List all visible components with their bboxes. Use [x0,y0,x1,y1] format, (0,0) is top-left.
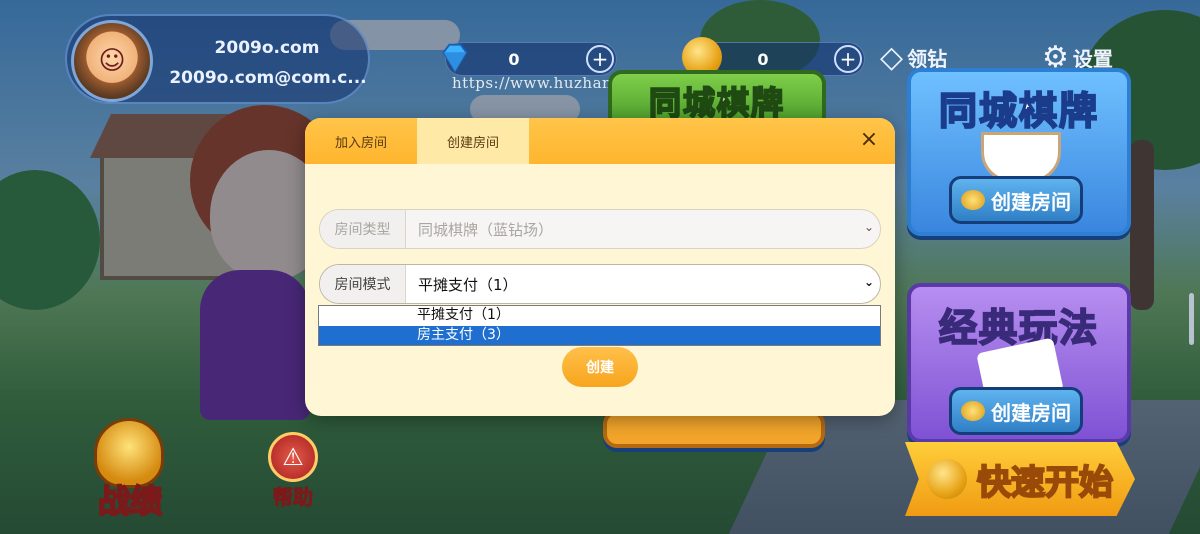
close-icon[interactable]: × [857,128,881,152]
tongcheng-create-room-label: 创建房间 [991,189,1071,214]
quick-start-label: 快速开始 [976,462,1114,504]
room-mode-value: 平摊支付（1） [418,275,518,294]
chevron-down-icon[interactable]: ⌄ [864,275,874,289]
option-host-payment[interactable]: 房主支付（3） [319,325,880,345]
profile-account: 2009o.com@com.c... [169,68,367,88]
dialog-header: 加入房间 创建房间 × [305,118,895,164]
bean-icon [927,459,967,499]
warning-icon: ⚠ [268,432,318,482]
classic-create-room-button[interactable]: 创建房间 [949,387,1083,435]
room-mode-dropdown: 平摊支付（1） 房主支付（3） [318,305,881,346]
diamond-counter: 0 + [442,42,617,76]
room-type-label: 房间类型 [320,210,406,248]
coins-icon [961,190,985,210]
diamond-outline-icon: ◇ [880,40,904,75]
create-room-dialog: 加入房间 创建房间 × 房间类型 同城棋牌（蓝钻场） ⌄ 房间模式 平摊支付（1… [305,118,895,416]
chevron-down-icon: ⌄ [863,220,874,234]
tongcheng-card[interactable]: 同城棋牌 创建房间 [907,68,1131,236]
room-mode-label: 房间模式 [320,265,406,303]
classic-card[interactable]: 经典玩法 创建房间 [907,283,1131,443]
teacup-icon [981,132,1061,182]
add-diamonds-button[interactable]: + [586,45,614,73]
profile-name: 2009o.com [214,38,320,58]
tongcheng-card-title: 同城棋牌 [938,88,1099,134]
classic-create-room-label: 创建房间 [991,400,1071,425]
tab-join-room[interactable]: 加入房间 [305,118,417,164]
diamond-count: 0 [508,50,520,69]
tab-create-room[interactable]: 创建房间 [417,118,529,164]
room-type-select: 房间类型 同城棋牌（蓝钻场） ⌄ [319,209,881,249]
help-label: 帮助 [273,485,314,510]
record-label: 战绩 [97,481,163,521]
profile-panel[interactable]: ☺ 2009o.com 2009o.com@com.c... [65,14,370,104]
tongcheng-create-room-button[interactable]: 创建房间 [949,176,1083,224]
scrollbar[interactable] [1189,293,1194,345]
room-type-value: 同城棋牌（蓝钻场） [418,220,554,239]
coins-icon [961,401,985,421]
avatar[interactable]: ☺ [71,20,153,102]
option-split-payment[interactable]: 平摊支付（1） [319,306,880,326]
room-mode-select[interactable]: 房间模式 平摊支付（1） ⌄ [319,264,881,304]
bean-count: 0 [757,50,769,69]
quick-start-button[interactable]: 快速开始 [905,442,1135,516]
help-button[interactable]: ⚠ 帮助 [262,432,324,510]
add-beans-button[interactable]: + [834,45,862,73]
create-button[interactable]: 创建 [562,347,638,387]
record-button[interactable]: 战绩 [64,418,196,526]
